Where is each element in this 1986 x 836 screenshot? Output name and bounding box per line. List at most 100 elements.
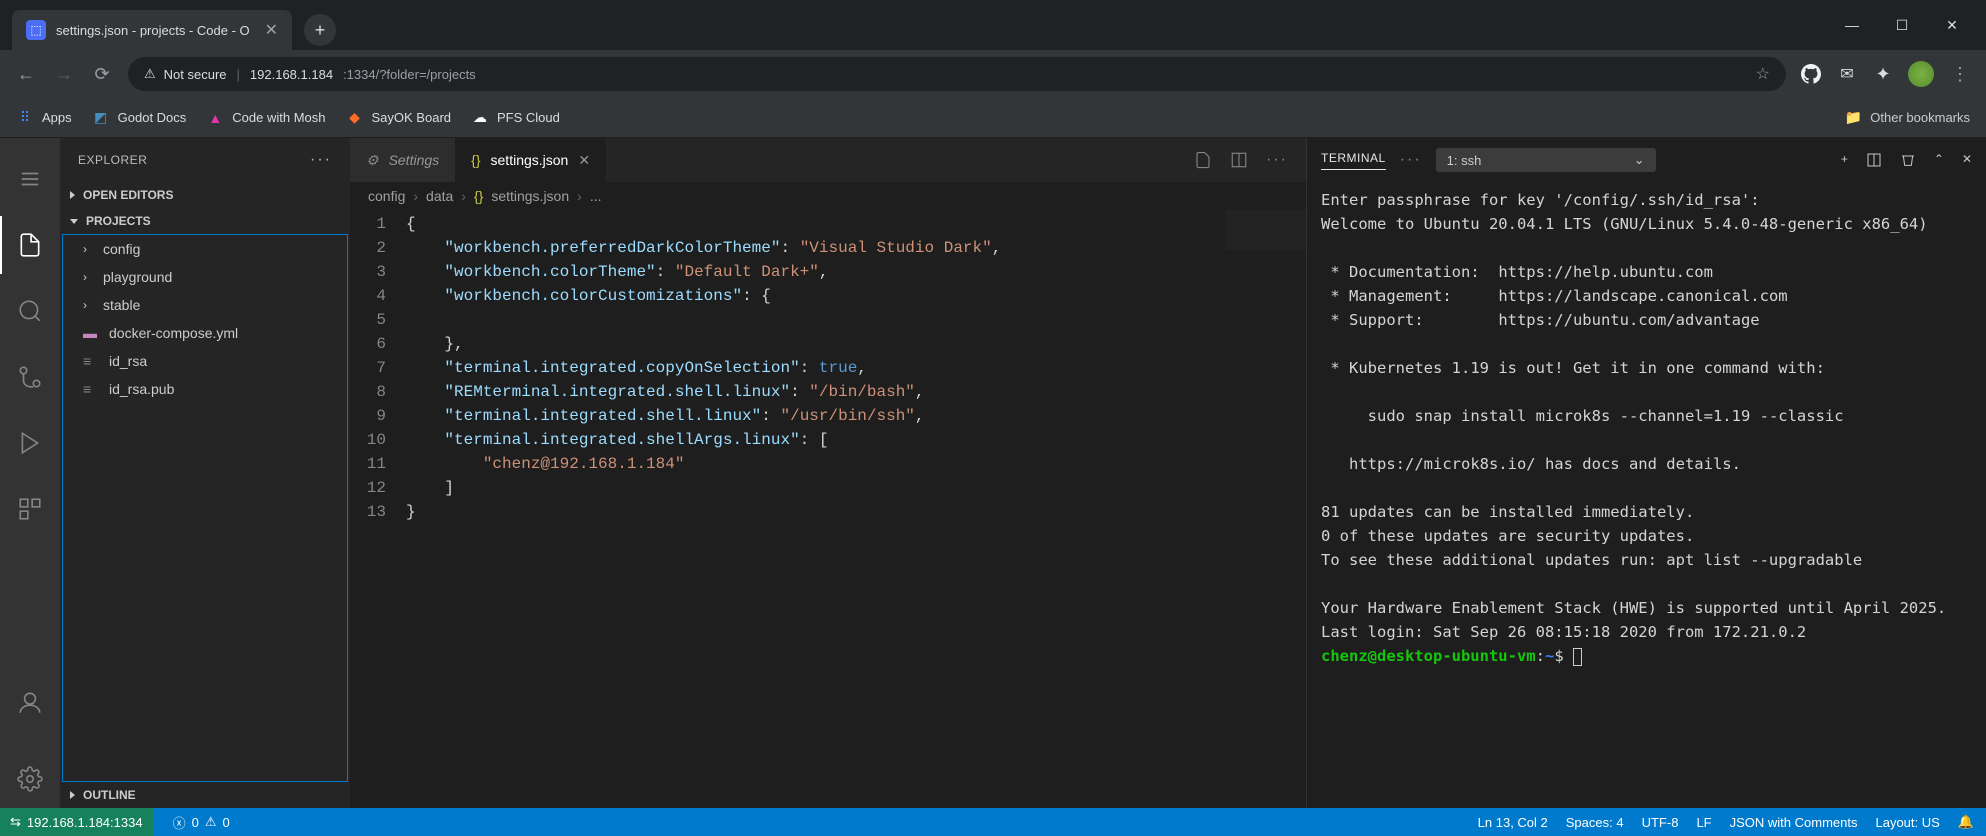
close-panel-icon[interactable]: ✕ xyxy=(1962,152,1972,168)
gmail-icon[interactable]: ✉ xyxy=(1836,63,1858,85)
tree-folder-stable[interactable]: › stable xyxy=(63,291,347,319)
notifications-icon[interactable]: 🔔 xyxy=(1958,814,1974,830)
forward-icon[interactable]: → xyxy=(52,64,76,85)
terminal-tab[interactable]: TERMINAL xyxy=(1321,151,1386,170)
language-mode[interactable]: JSON with Comments xyxy=(1730,814,1858,830)
settings-gear-icon[interactable] xyxy=(0,750,60,808)
section-label: OUTLINE xyxy=(83,788,136,802)
item-label: playground xyxy=(103,269,172,285)
breadcrumb-item[interactable]: config xyxy=(368,188,405,204)
folder-icon: 📁 xyxy=(1844,109,1862,127)
other-bookmarks[interactable]: 📁Other bookmarks xyxy=(1844,109,1970,127)
cursor-label: Ln 13, Col 2 xyxy=(1478,815,1548,830)
chevron-right-icon: › xyxy=(83,270,95,284)
terminal-more-icon[interactable]: ··· xyxy=(1400,151,1422,169)
source-control-icon[interactable] xyxy=(0,348,60,406)
kill-terminal-icon[interactable] xyxy=(1900,152,1916,168)
minimap[interactable] xyxy=(1226,210,1306,250)
address-bar[interactable]: ⚠ Not secure | 192.168.1.184:1334/?folde… xyxy=(128,57,1786,91)
json-icon: {} xyxy=(471,152,480,168)
extensions-icon[interactable] xyxy=(0,480,60,538)
tree-file-docker[interactable]: ▬docker-compose.yml xyxy=(63,319,347,347)
keyboard-layout[interactable]: Layout: US xyxy=(1875,814,1939,830)
more-actions-icon[interactable]: ··· xyxy=(1266,151,1288,169)
chevron-right-icon: › xyxy=(83,242,95,256)
menu-icon[interactable] xyxy=(0,150,60,208)
github-icon[interactable] xyxy=(1800,63,1822,85)
favicon-icon: ⬚ xyxy=(26,20,46,40)
breadcrumb[interactable]: config› data› {} settings.json› ... xyxy=(350,182,1306,210)
reload-icon[interactable]: ⟳ xyxy=(90,64,114,85)
bookmark-mosh[interactable]: ▲Code with Mosh xyxy=(206,109,325,127)
encoding[interactable]: UTF-8 xyxy=(1642,814,1679,830)
indentation[interactable]: Spaces: 4 xyxy=(1566,814,1624,830)
open-changes-icon[interactable] xyxy=(1194,151,1212,169)
close-tab-icon[interactable]: ✕ xyxy=(265,20,278,40)
lang-label: JSON with Comments xyxy=(1730,815,1858,830)
tab-settings[interactable]: ⚙ Settings xyxy=(350,138,455,182)
back-icon[interactable]: ← xyxy=(14,64,38,85)
error-count: 0 xyxy=(192,815,199,830)
tree-folder-playground[interactable]: › playground xyxy=(63,263,347,291)
bookmark-godot[interactable]: ◩Godot Docs xyxy=(92,109,187,127)
breadcrumb-item[interactable]: settings.json xyxy=(491,188,569,204)
sidebar-more-icon[interactable]: ··· xyxy=(310,151,332,169)
profile-avatar[interactable] xyxy=(1908,61,1934,87)
json-icon: {} xyxy=(474,188,483,204)
code-content[interactable]: { "workbench.preferredDarkColorTheme": "… xyxy=(406,210,1306,808)
terminal-output[interactable]: Enter passphrase for key '/config/.ssh/i… xyxy=(1307,182,1986,808)
tree-file-idrsapub[interactable]: ≡id_rsa.pub xyxy=(63,375,347,403)
eol-label: LF xyxy=(1696,815,1711,830)
not-secure-badge[interactable]: ⚠ Not secure xyxy=(144,66,227,82)
warning-icon: ⚠ xyxy=(144,66,156,82)
extensions-icon[interactable]: ✦ xyxy=(1872,63,1894,85)
problems-indicator[interactable]: ⓧ0 ⚠0 xyxy=(173,813,230,832)
split-terminal-icon[interactable] xyxy=(1866,152,1882,168)
sidebar-title: EXPLORER xyxy=(78,153,147,167)
account-icon[interactable] xyxy=(0,674,60,732)
tab-settings-json[interactable]: {} settings.json ✕ xyxy=(455,138,606,182)
explorer-icon[interactable] xyxy=(0,216,60,274)
bookmarks-bar: ⠿Apps ◩Godot Docs ▲Code with Mosh ◆SayOK… xyxy=(0,98,1986,138)
tree-file-idrsa[interactable]: ≡id_rsa xyxy=(63,347,347,375)
debug-icon[interactable] xyxy=(0,414,60,472)
tree-folder-config[interactable]: ›config xyxy=(63,235,347,263)
browser-tab[interactable]: ⬚ settings.json - projects - Code - O ✕ xyxy=(12,10,292,50)
search-icon[interactable] xyxy=(0,282,60,340)
bookmark-star-icon[interactable]: ☆ xyxy=(1756,64,1770,84)
new-tab-button[interactable]: + xyxy=(304,14,336,46)
breadcrumb-item[interactable]: data xyxy=(426,188,453,204)
project-section[interactable]: PROJECTS xyxy=(60,208,350,234)
terminal-header: TERMINAL ··· 1: ssh ⌄ + ⌃ ✕ xyxy=(1307,138,1986,182)
code-editor[interactable]: 12345678910111213 { "workbench.preferred… xyxy=(350,210,1306,808)
remote-indicator[interactable]: ⇆ 192.168.1.184:1334 xyxy=(0,808,153,836)
close-window-icon[interactable]: ✕ xyxy=(1942,17,1962,34)
status-bar: ⇆ 192.168.1.184:1334 ⓧ0 ⚠0 Ln 13, Col 2 … xyxy=(0,808,1986,836)
minimize-icon[interactable]: ― xyxy=(1842,17,1862,34)
new-terminal-icon[interactable]: + xyxy=(1841,152,1848,168)
chrome-menu-icon[interactable]: ⋮ xyxy=(1948,64,1972,85)
item-label: stable xyxy=(103,297,140,313)
breadcrumb-item[interactable]: ... xyxy=(590,188,602,204)
address-host: 192.168.1.184 xyxy=(250,67,333,82)
bookmark-pfs[interactable]: ☁PFS Cloud xyxy=(471,109,560,127)
cursor-position[interactable]: Ln 13, Col 2 xyxy=(1478,814,1548,830)
layout-label: Layout: US xyxy=(1875,815,1939,830)
outline-section[interactable]: OUTLINE xyxy=(60,782,350,808)
chevron-right-icon: › xyxy=(83,298,95,312)
eol[interactable]: LF xyxy=(1696,814,1711,830)
maximize-terminal-icon[interactable]: ⌃ xyxy=(1934,152,1944,168)
file-tree[interactable]: ›config › playground › stable ▬docker-comp… xyxy=(62,234,348,782)
terminal-select[interactable]: 1: ssh ⌄ xyxy=(1436,148,1656,172)
docker-icon: ▬ xyxy=(83,325,101,341)
apps-button[interactable]: ⠿Apps xyxy=(16,109,72,127)
browser-tab-strip: ⬚ settings.json - projects - Code - O ✕ … xyxy=(0,0,1986,50)
open-editors-section[interactable]: OPEN EDITORS xyxy=(60,182,350,208)
editor-tab-bar: ⚙ Settings {} settings.json ✕ ··· xyxy=(350,138,1306,182)
split-editor-icon[interactable] xyxy=(1230,151,1248,169)
bookmark-sayok[interactable]: ◆SayOK Board xyxy=(346,109,452,127)
maximize-icon[interactable]: ☐ xyxy=(1892,17,1912,34)
terminal-actions: + ⌃ ✕ xyxy=(1841,152,1972,168)
item-label: id_rsa.pub xyxy=(109,381,174,397)
close-tab-icon[interactable]: ✕ xyxy=(578,152,590,169)
